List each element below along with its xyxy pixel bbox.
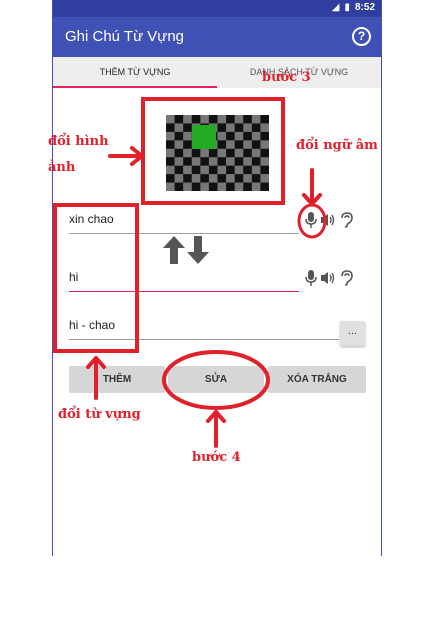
image-green-square (192, 125, 216, 149)
arrow-down-icon (187, 236, 209, 264)
meaning-field-text: hi (69, 270, 79, 284)
more-button[interactable]: ... (340, 321, 365, 346)
annotation-change-image-2: ảnh (48, 160, 76, 175)
annotation-step3: bước 3 (262, 70, 311, 85)
ear-icon[interactable] (339, 212, 353, 233)
tab-bar: THÊM TỪ VỰNG DANH SÁCH TỪ VỰNG (53, 57, 381, 88)
status-time: 8:52 (354, 2, 375, 13)
help-icon[interactable]: ? (352, 27, 371, 46)
app-bar: Ghi Chú Từ Vựng ? (53, 17, 381, 57)
meaning-field[interactable]: hi (69, 264, 299, 292)
status-bar: ◢ ▮ 8:52 (53, 0, 381, 17)
word-image[interactable] (166, 115, 269, 191)
meaning-row-icons (305, 270, 353, 291)
annotation-step4: bước 4 (192, 450, 241, 465)
annotation-change-image-1: đổi hình (48, 134, 109, 149)
word-field[interactable]: xin chao (69, 206, 299, 234)
tab-add-word[interactable]: THÊM TỪ VỰNG (53, 57, 217, 88)
app-title: Ghi Chú Từ Vựng (65, 28, 185, 45)
swap-arrows[interactable] (163, 236, 209, 264)
microphone-icon[interactable] (305, 212, 317, 233)
arrow-up-icon (163, 236, 185, 264)
ear-icon[interactable] (339, 270, 353, 291)
speaker-icon[interactable] (320, 213, 336, 232)
word-field-text: xin chao (69, 212, 114, 226)
combined-field[interactable]: hi - chao (69, 312, 339, 340)
microphone-icon[interactable] (305, 270, 317, 291)
annotation-change-vocab: đổi từ vựng (58, 407, 141, 422)
word-row-icons (305, 212, 353, 233)
edit-button[interactable]: SỬA (168, 366, 264, 393)
signal-icon: ◢ (331, 2, 340, 13)
combined-field-text: hi - chao (69, 318, 116, 332)
annotation-change-pronunciation: đổi ngữ âm (296, 138, 378, 153)
clear-button[interactable]: XÓA TRẮNG (268, 366, 366, 393)
battery-icon: ▮ (344, 2, 350, 13)
speaker-icon[interactable] (320, 271, 336, 290)
add-button[interactable]: THÊM (69, 366, 165, 393)
phone-screen: ◢ ▮ 8:52 Ghi Chú Từ Vựng ? THÊM TỪ VỰNG … (52, 0, 382, 556)
